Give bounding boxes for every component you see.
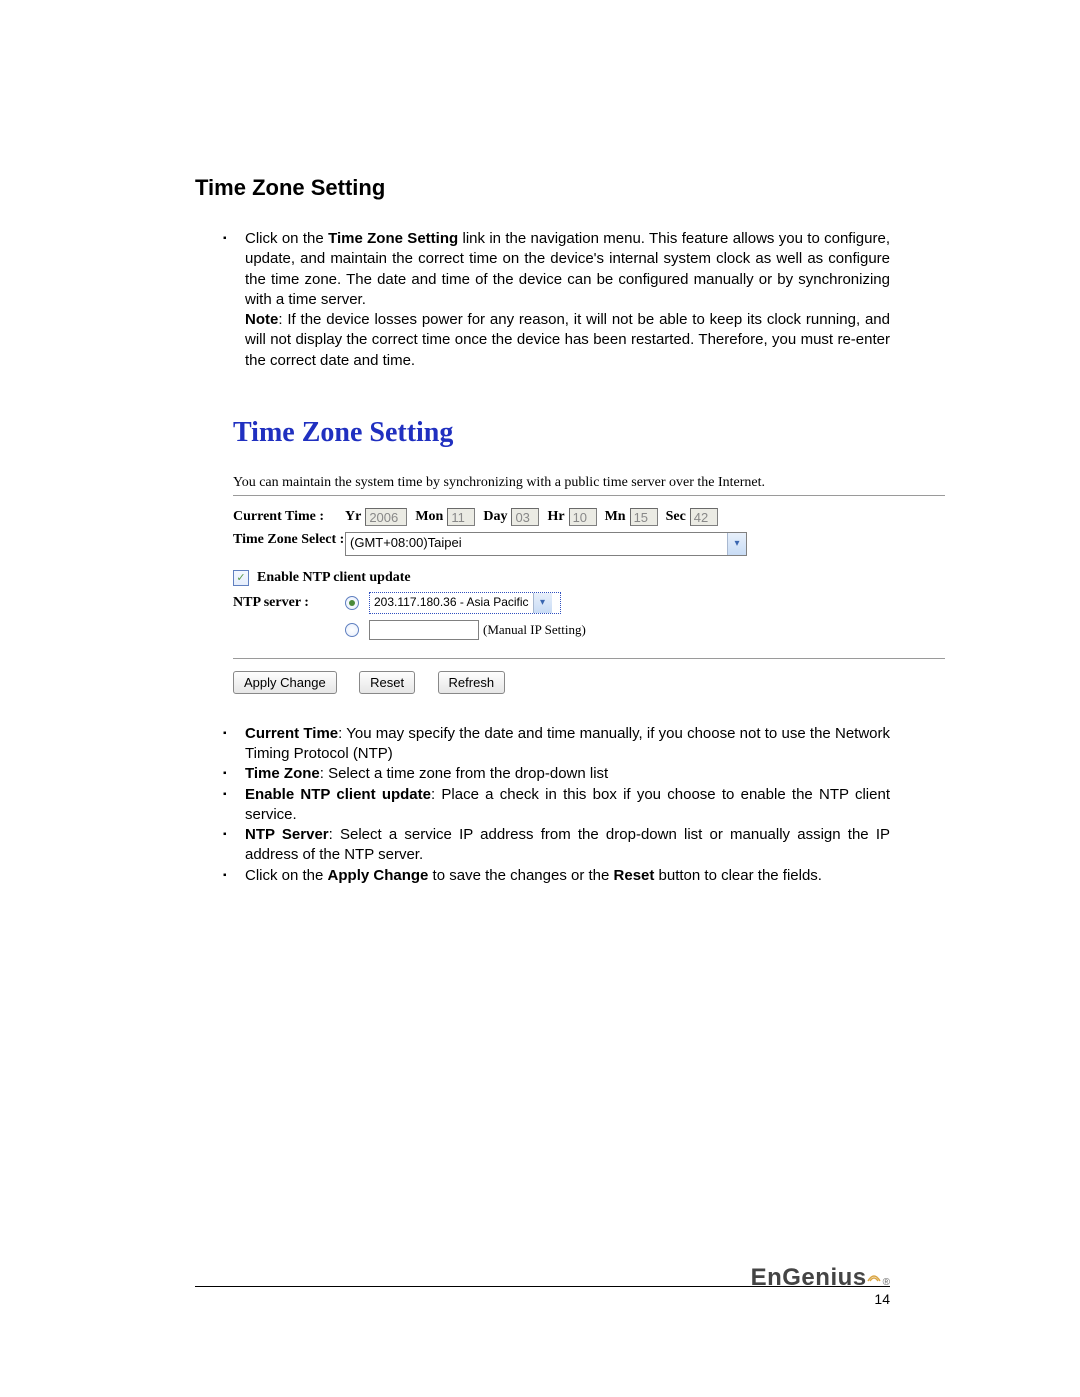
year-field[interactable]: 2006 [365,508,407,526]
intro-paragraph: Click on the Time Zone Setting link in t… [245,229,890,310]
bullet-icon: ▪ [223,764,245,784]
bullet-icon: ▪ [223,825,245,866]
apply-change-button[interactable]: Apply Change [233,671,337,694]
wifi-arc-icon [867,1267,881,1285]
divider [233,658,945,659]
reset-button[interactable]: Reset [359,671,415,694]
panel-caption: You can maintain the system time by sync… [233,475,945,491]
ntp-server-label: NTP server : [233,595,345,611]
bullet-icon: ▪ [223,229,245,310]
bullet-icon: ▪ [223,724,245,765]
current-time-label: Current Time : [233,509,345,525]
refresh-button[interactable]: Refresh [438,671,506,694]
chevron-down-icon[interactable]: ▾ [727,533,746,555]
day-field[interactable]: 03 [511,508,539,526]
timezone-select[interactable]: (GMT+08:00)Taipei ▾ [345,532,747,556]
time-zone-panel: Time Zone Setting You can maintain the s… [233,407,945,694]
section-title: Time Zone Setting [195,175,890,201]
timezone-label: Time Zone Select : [233,532,345,547]
bullet-icon: ▪ [223,866,245,886]
desc-time-zone: Time Zone: Select a time zone from the d… [245,764,890,784]
desc-ntp-server: NTP Server: Select a service IP address … [245,825,890,866]
bullet-icon: ▪ [223,785,245,826]
minute-field[interactable]: 15 [630,508,658,526]
desc-enable-ntp: Enable NTP client update: Place a check … [245,785,890,826]
desc-current-time: Current Time: You may specify the date a… [245,724,890,765]
ntp-manual-input[interactable] [369,620,479,640]
enable-ntp-checkbox[interactable]: ✓ [233,570,249,586]
ntp-server-select[interactable]: 203.117.180.36 - Asia Pacific ▾ [369,592,561,614]
enable-ntp-label: Enable NTP client update [257,570,411,586]
current-time-fields: Yr 2006 Mon 11 Day 03 Hr 10 Mn 15 Sec 42 [345,508,718,526]
intro-note: Note: If the device losses power for any… [245,310,890,371]
second-field[interactable]: 42 [690,508,718,526]
panel-title: Time Zone Setting [233,417,945,449]
ntp-server-radio-manual[interactable] [345,623,359,637]
footer-divider [195,1286,890,1287]
month-field[interactable]: 11 [447,508,475,526]
page-number: 14 [195,1291,890,1307]
chevron-down-icon[interactable]: ▾ [533,593,552,613]
hour-field[interactable]: 10 [569,508,597,526]
ntp-server-radio-preset[interactable] [345,596,359,610]
desc-apply-reset: Click on the Apply Change to save the ch… [245,866,890,886]
manual-ip-label: (Manual IP Setting) [483,622,586,638]
divider [233,495,945,496]
